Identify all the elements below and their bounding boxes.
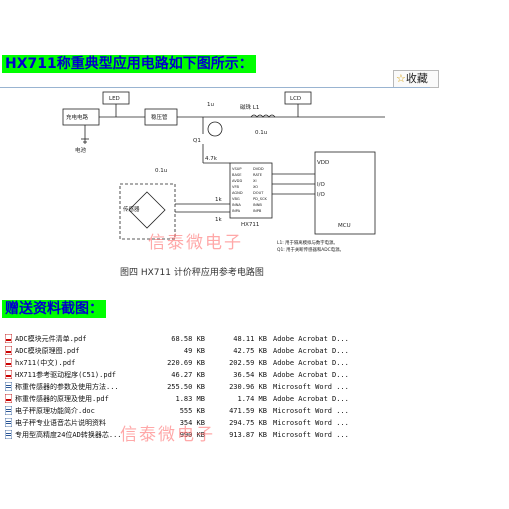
resistor-label-1: 4.7k (205, 156, 218, 162)
file-compressed: 230.96 KB (229, 383, 267, 391)
circuit-diagram: 充电电路 电池 LED 稳压管 LCD Q1 传感器 HX711 MCU VDD… (62, 91, 385, 253)
file-type: Adobe Acrobat D... (273, 371, 349, 379)
pin-right-2: XI (253, 179, 257, 183)
resistor-label-2: 1k (215, 197, 222, 203)
collect-label: 收藏 (405, 72, 428, 85)
battery-label: 电池 (75, 146, 87, 154)
file-type: Microsoft Word ... (273, 383, 349, 391)
collect-button[interactable]: ☆收藏 (393, 70, 439, 88)
vdd-label: VDD (317, 160, 329, 166)
watermark-files: 信泰微电子 (120, 425, 215, 445)
pin-right-5: PD_SCK (253, 197, 268, 201)
pdf-icon (5, 394, 12, 403)
section-heading-circuit: HX711称重典型应用电路如下图所示： (2, 55, 256, 73)
file-type: Adobe Acrobat D... (273, 395, 349, 403)
file-type: Adobe Acrobat D... (273, 347, 349, 355)
file-compressed: 913.87 KB (229, 431, 267, 439)
doc-icon (5, 382, 12, 391)
file-name: 称重传感器的参数及使用方法... (15, 383, 119, 391)
pin-left-4: AGND (232, 191, 243, 195)
file-name: hx711(中文).pdf (15, 359, 76, 367)
io-label-2: I/O (317, 192, 325, 198)
file-size: 220.69 KB (167, 359, 205, 367)
cap-label-3: 0.1u (155, 168, 167, 174)
file-compressed: 36.54 KB (233, 371, 267, 379)
lcd-label: LCD (290, 96, 301, 102)
pin-left-0: VSUP (232, 167, 242, 171)
q1-label: Q1 (193, 138, 201, 144)
cap-label-1: 1u (207, 102, 214, 108)
file-name: 称重传感器的原理及使用.pdf (15, 395, 109, 403)
sensor-label: 传感器 (123, 205, 140, 213)
pin-left-5: VBG (232, 197, 240, 201)
file-size: 555 KB (179, 407, 205, 415)
pin-left-6: INNA (232, 203, 241, 207)
led-label: LED (109, 96, 120, 102)
pin-right-4: DOUT (253, 191, 264, 195)
file-compressed: 48.11 KB (233, 335, 267, 343)
inductor-label: 磁珠 L1 (240, 103, 259, 111)
star-icon: ☆ (396, 72, 406, 85)
doc-icon (5, 406, 12, 415)
doc-icon (5, 430, 12, 439)
file-compressed: 294.75 KB (229, 419, 267, 427)
file-size: 1.83 MB (175, 395, 205, 403)
pdf-icon (5, 334, 12, 343)
file-size: 68.58 KB (171, 335, 205, 343)
pin-right-6: INNB (253, 203, 262, 207)
section-heading-materials: 赠送资料截图： (2, 300, 106, 318)
doc-icon (5, 418, 12, 427)
pin-left-3: VFB (232, 185, 240, 189)
io-label-1: I/O (317, 182, 325, 188)
pin-right-3: XO (253, 185, 258, 189)
file-name: ADC模块元件清单.pdf (15, 335, 87, 343)
pin-left-7: INPA (232, 209, 241, 213)
pin-left-2: AVDD (232, 179, 242, 183)
mcu-label: MCU (338, 223, 351, 229)
pdf-icon (5, 370, 12, 379)
file-compressed: 202.59 KB (229, 359, 267, 367)
file-name: ADC模块原理图.pdf (15, 347, 80, 355)
note-line-2: Q1: 用于关断传感器和ADC电源。 (277, 246, 344, 253)
pin-right-1: RATE (253, 173, 263, 177)
file-type: Microsoft Word ... (273, 407, 349, 415)
file-compressed: 42.75 KB (233, 347, 267, 355)
pin-left-1: BASE (232, 173, 242, 177)
pin-right-0: DVDD (253, 167, 264, 171)
pin-right-7: INPB (253, 209, 262, 213)
note-line-1: L1: 用于隔离模拟与数字电源。 (277, 239, 338, 246)
cap-label-2: 0.1u (255, 130, 267, 136)
file-name: 专用型高精度24位AD转换器芯... (15, 431, 122, 439)
file-compressed: 471.59 KB (229, 407, 267, 415)
file-type: Adobe Acrobat D... (273, 335, 349, 343)
file-name: HX711参考驱动程序(C51).pdf (15, 371, 117, 379)
file-size: 46.27 KB (171, 371, 205, 379)
watermark-diagram: 信泰微电子 (148, 233, 243, 253)
file-compressed: 1.74 MB (237, 395, 267, 403)
file-size: 49 KB (183, 347, 205, 355)
regulator-label: 稳压管 (151, 113, 168, 121)
file-name: 电子秤专业语音芯片说明资料 (15, 419, 106, 427)
file-type: Microsoft Word ... (273, 419, 349, 427)
file-type: Microsoft Word ... (273, 431, 349, 439)
file-name: 电子秤原理功能简介.doc (15, 407, 95, 415)
pdf-icon (5, 346, 12, 355)
diagram-caption: 图四 HX711 计价秤应用参考电路图 (120, 268, 264, 278)
file-size: 255.50 KB (167, 383, 205, 391)
resistor-label-3: 1k (215, 217, 222, 223)
chip-label: HX711 (241, 222, 259, 228)
file-type: Adobe Acrobat D... (273, 359, 349, 367)
charge-circuit-label: 充电电路 (66, 113, 89, 121)
pdf-icon (5, 358, 12, 367)
